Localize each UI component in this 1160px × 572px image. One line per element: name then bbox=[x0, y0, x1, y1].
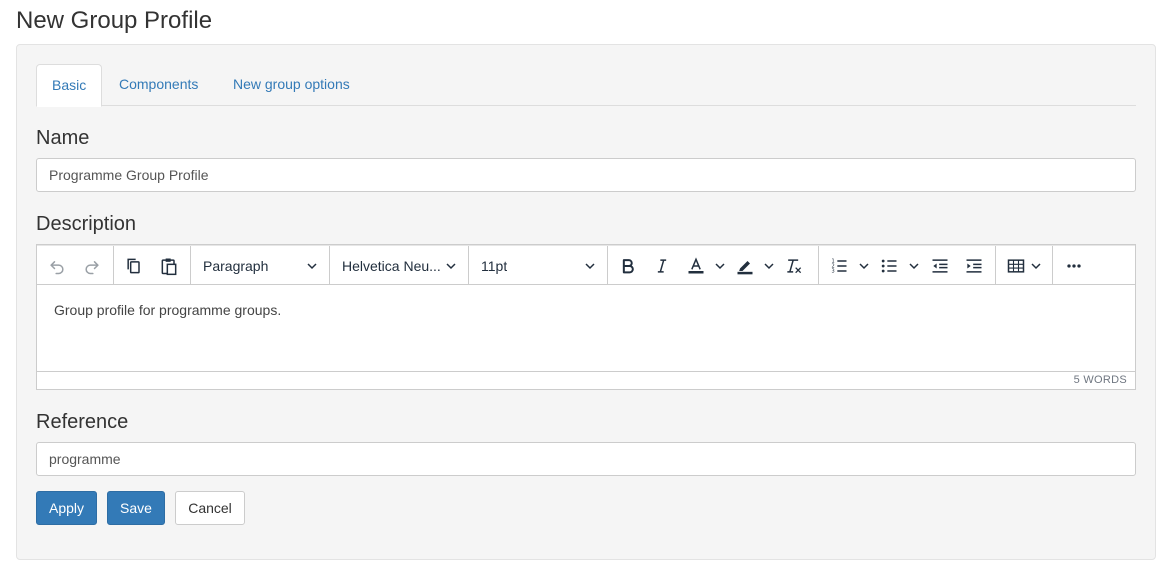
tab-new-group-options[interactable]: New group options bbox=[218, 64, 365, 106]
history-group bbox=[37, 246, 114, 285]
apply-button[interactable]: Apply bbox=[36, 491, 97, 525]
chevron-down-icon bbox=[307, 263, 317, 270]
block-format-group: Paragraph bbox=[191, 246, 330, 285]
reference-label: Reference bbox=[36, 411, 129, 433]
chevron-down-icon[interactable] bbox=[762, 252, 776, 280]
description-label: Description bbox=[36, 213, 137, 235]
chevron-down-icon[interactable] bbox=[1029, 252, 1043, 280]
font-size-group: 11pt bbox=[469, 246, 608, 285]
bullet-list-icon[interactable] bbox=[875, 252, 903, 280]
save-button[interactable]: Save bbox=[107, 491, 165, 525]
text-color-icon[interactable] bbox=[682, 252, 710, 280]
font-family-value: Helvetica Neu... bbox=[342, 258, 441, 274]
font-size-select[interactable]: 11pt bbox=[469, 252, 607, 280]
indent-icon[interactable] bbox=[960, 252, 988, 280]
redo-icon[interactable] bbox=[78, 252, 106, 280]
tab-basic[interactable]: Basic bbox=[36, 64, 103, 107]
chevron-down-icon[interactable] bbox=[907, 252, 921, 280]
formatting-group bbox=[608, 246, 819, 285]
chevron-down-icon bbox=[585, 263, 595, 270]
font-size-value: 11pt bbox=[481, 258, 508, 274]
italic-icon[interactable] bbox=[648, 252, 676, 280]
cancel-button[interactable]: Cancel bbox=[175, 491, 245, 525]
table-icon[interactable] bbox=[1002, 252, 1030, 280]
tab-bar: Basic Components New group options bbox=[36, 64, 1136, 107]
name-label: Name bbox=[36, 127, 90, 149]
form-panel: Basic Components New group options Name … bbox=[16, 44, 1156, 560]
chevron-down-icon bbox=[446, 263, 456, 270]
table-group bbox=[996, 246, 1053, 285]
editor-toolbar: Paragraph Helvetica Neu... 11pt 1 2 3 bbox=[37, 245, 1135, 285]
reference-input[interactable]: programme bbox=[36, 442, 1136, 476]
word-count: 5 WORDS bbox=[37, 371, 1135, 389]
chevron-down-icon[interactable] bbox=[713, 252, 727, 280]
undo-icon[interactable] bbox=[43, 252, 71, 280]
outdent-icon[interactable] bbox=[926, 252, 954, 280]
svg-text:3: 3 bbox=[832, 269, 835, 275]
page-title: New Group Profile bbox=[16, 7, 213, 34]
clear-formatting-icon[interactable] bbox=[780, 252, 808, 280]
editor-content[interactable]: Group profile for programme groups. bbox=[37, 285, 1135, 372]
highlight-color-icon[interactable] bbox=[731, 252, 759, 280]
font-family-select[interactable]: Helvetica Neu... bbox=[330, 252, 468, 280]
chevron-down-icon[interactable] bbox=[857, 252, 871, 280]
more-icon[interactable] bbox=[1060, 252, 1088, 280]
tab-components[interactable]: Components bbox=[104, 64, 213, 106]
block-format-value: Paragraph bbox=[203, 258, 269, 274]
list-group: 123 bbox=[819, 246, 996, 285]
block-format-select[interactable]: Paragraph bbox=[191, 252, 329, 280]
paste-icon[interactable] bbox=[155, 252, 183, 280]
name-input[interactable]: Programme Group Profile bbox=[36, 158, 1136, 192]
description-editor: Paragraph Helvetica Neu... 11pt 1 2 3 Gr… bbox=[36, 244, 1136, 390]
font-family-group: Helvetica Neu... bbox=[330, 246, 469, 285]
clipboard-group bbox=[114, 246, 191, 285]
copy-icon[interactable] bbox=[120, 252, 148, 280]
bold-icon[interactable] bbox=[614, 252, 642, 280]
numbered-list-icon[interactable]: 123 bbox=[825, 252, 853, 280]
